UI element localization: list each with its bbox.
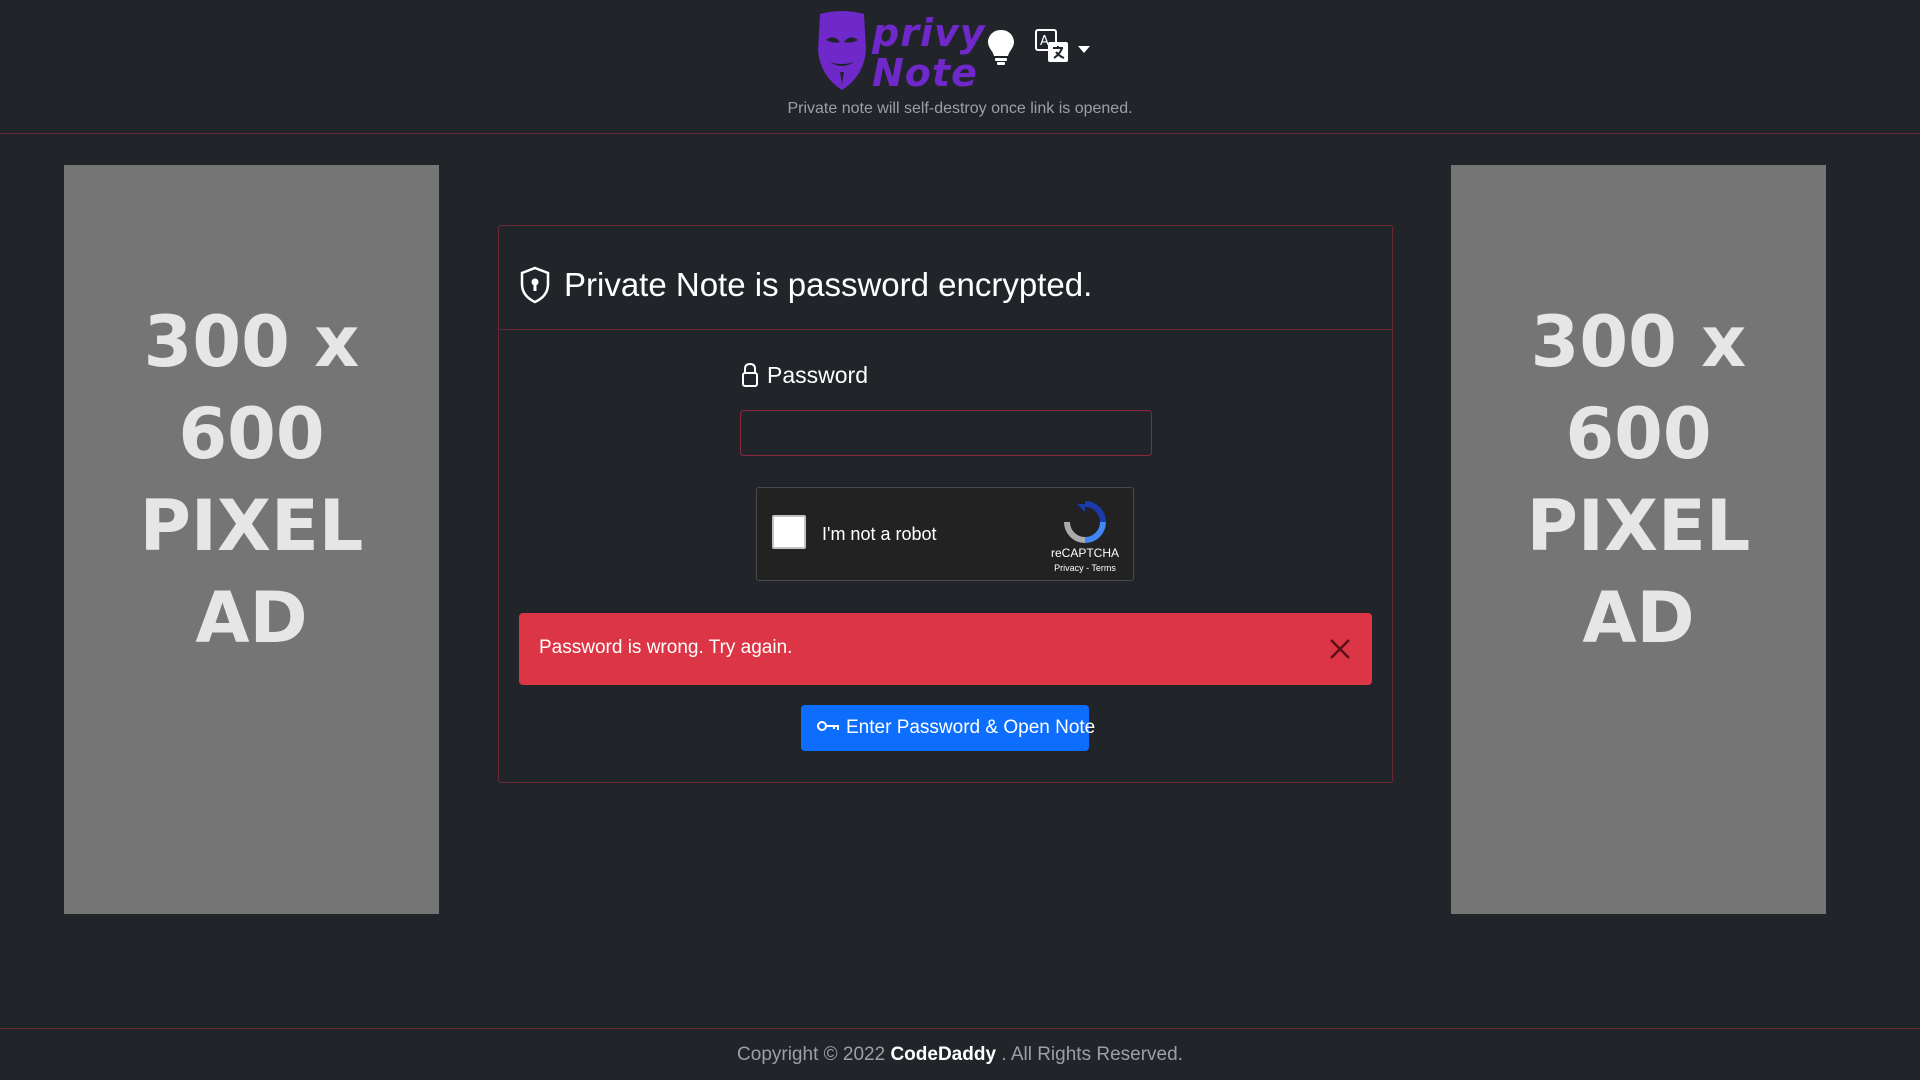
footer-prefix: Copyright © 2022	[737, 1044, 886, 1065]
site-header: privy Note A Private note will self-dest…	[0, 0, 1920, 134]
card-title: Private Note is password encrypted.	[564, 266, 1093, 303]
shield-lock-icon	[520, 266, 550, 304]
site-footer: Copyright © 2022 CodeDaddy . All Rights …	[0, 1028, 1920, 1080]
open-note-button-label: Enter Password & Open Note	[846, 717, 1096, 738]
recaptcha-label: I'm not a robot	[822, 524, 937, 544]
recaptcha-links[interactable]: Privacy - Terms	[1041, 563, 1129, 573]
key-icon	[817, 721, 839, 731]
ad-text-line: 300 x 600	[143, 300, 360, 475]
ad-text-line: PIXEL	[1526, 484, 1751, 567]
recaptcha-logo-icon	[1064, 501, 1106, 543]
language-selector-button[interactable]: A	[1034, 28, 1094, 66]
close-icon[interactable]	[1326, 635, 1354, 663]
translate-icon: A	[1035, 29, 1068, 62]
open-note-button[interactable]: Enter Password & Open Note	[801, 705, 1095, 751]
footer-suffix: . All Rights Reserved.	[1001, 1044, 1183, 1065]
ad-banner-left[interactable]: 300 x 600 PIXEL AD	[64, 165, 439, 914]
anonymous-mask-icon	[818, 11, 866, 90]
lightbulb-icon	[988, 30, 1014, 65]
ad-text-line: PIXEL	[139, 484, 364, 567]
logo-text-privy: privy	[872, 11, 986, 55]
password-input[interactable]	[740, 410, 1152, 456]
lock-icon	[742, 362, 758, 387]
tagline: Private note will self-destroy once link…	[787, 100, 1133, 117]
ad-text-line: AD	[1582, 576, 1695, 659]
footer-copyright: Copyright © 2022 CodeDaddy . All Rights …	[0, 1044, 1920, 1066]
logo-text-note: Note	[872, 51, 978, 95]
ad-text-line: 300 x 600	[1530, 300, 1747, 475]
card-header: Private Note is password encrypted.	[499, 226, 1392, 330]
password-label-text: Password	[767, 362, 868, 388]
privynote-logo[interactable]: privy Note	[812, 8, 985, 94]
error-alert: Password is wrong. Try again.	[519, 613, 1372, 685]
recaptcha-checkbox[interactable]	[772, 515, 806, 549]
recaptcha-widget: I'm not a robot reCAPTCHA Privacy - Term…	[756, 487, 1134, 581]
password-card: Private Note is password encrypted. Pass…	[498, 225, 1393, 783]
recaptcha-brand: reCAPTCHA	[1050, 546, 1119, 560]
theme-toggle-button[interactable]	[984, 28, 1018, 66]
chevron-down-icon	[1078, 46, 1090, 53]
svg-text:A: A	[1040, 34, 1049, 49]
footer-brand-link[interactable]: CodeDaddy	[890, 1044, 996, 1065]
error-alert-message: Password is wrong. Try again.	[539, 637, 793, 658]
ad-banner-right[interactable]: 300 x 600 PIXEL AD	[1451, 165, 1826, 914]
ad-text-line: AD	[195, 576, 308, 659]
